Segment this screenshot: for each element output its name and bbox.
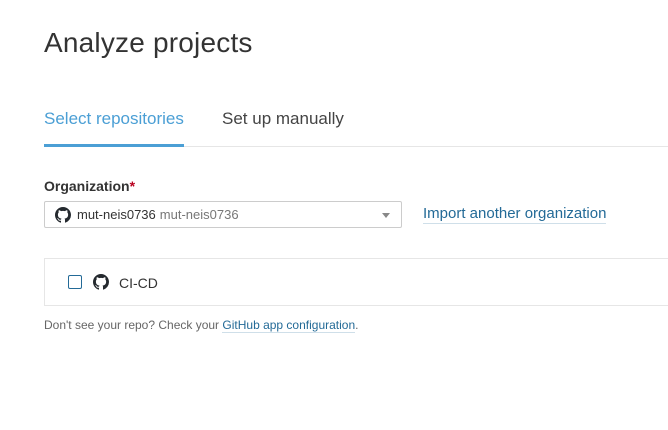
help-text-prefix: Don't see your repo? Check your [44,318,223,332]
page-title: Analyze projects [44,27,253,58]
github-icon [55,206,71,223]
repo-checkbox[interactable] [68,275,82,289]
required-marker: * [129,178,136,194]
tab-select-repositories[interactable]: Select repositories [44,108,184,147]
organization-selected-name: mut-neis0736 [77,207,156,222]
import-organization-link[interactable]: Import another organization [423,205,607,224]
tab-bar: Select repositories Set up manually [44,108,668,147]
chevron-down-icon [382,213,390,218]
repository-list: CI-CD [44,258,668,306]
organization-selected-sub: mut-neis0736 [159,207,239,222]
help-text: Don't see your repo? Check your GitHub a… [44,318,359,333]
organization-label-text: Organization [44,178,130,194]
organization-label: Organization* [44,178,135,194]
help-text-suffix: . [355,318,359,332]
analyze-projects-page: Analyze projects Select repositories Set… [0,0,668,430]
github-app-configuration-link[interactable]: GitHub app configuration [222,318,356,333]
github-icon [93,274,109,290]
repo-name: CI-CD [119,275,158,291]
tab-set-up-manually[interactable]: Set up manually [222,108,344,144]
organization-select[interactable]: mut-neis0736 mut-neis0736 [44,201,402,228]
